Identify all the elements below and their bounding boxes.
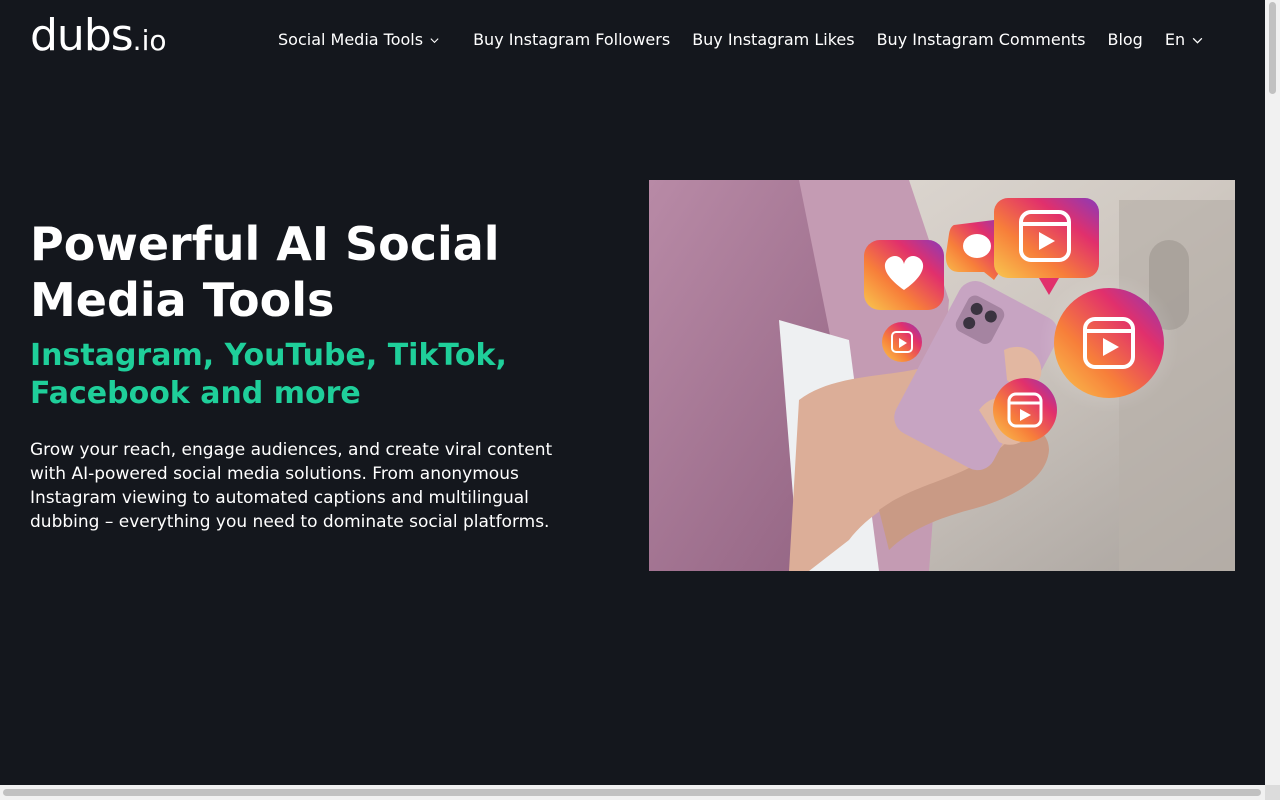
scrollbar-corner	[1265, 785, 1280, 800]
language-selector[interactable]: En	[1165, 29, 1204, 51]
page: dubs.io Social Media Tools Buy Instagram…	[0, 0, 1265, 785]
nav-buy-instagram-followers[interactable]: Buy Instagram Followers	[473, 29, 670, 51]
nav-buy-instagram-comments[interactable]: Buy Instagram Comments	[877, 29, 1086, 51]
hero-subtitle: Instagram, YouTube, TikTok, Facebook and…	[30, 338, 507, 411]
hero-title: Powerful AI Social Media Tools	[30, 217, 500, 327]
logo-sub-text: .io	[132, 24, 167, 57]
hero-illustration	[649, 180, 1235, 571]
nav-label: Buy Instagram Followers	[473, 30, 671, 49]
nav-label: Buy Instagram Comments	[876, 30, 1086, 49]
logo-main-text: dubs	[30, 10, 134, 61]
chevron-down-icon	[430, 37, 439, 43]
nav-social-media-tools[interactable]: Social Media Tools	[278, 29, 440, 51]
vertical-scrollbar[interactable]	[1265, 0, 1280, 800]
horizontal-scrollbar[interactable]	[0, 785, 1265, 800]
site-header: dubs.io Social Media Tools Buy Instagram…	[0, 0, 1265, 80]
heart-icon	[864, 240, 944, 310]
chevron-down-icon	[1192, 37, 1203, 44]
reels-icon	[882, 322, 922, 362]
nav-label: Social Media Tools	[278, 30, 424, 49]
reels-icon	[993, 378, 1057, 442]
vertical-scrollbar-thumb[interactable]	[1269, 2, 1276, 94]
nav-label: Buy Instagram Likes	[692, 30, 855, 49]
nav-label: Blog	[1107, 30, 1143, 49]
main-nav: Social Media Tools Buy Instagram Followe…	[278, 29, 1204, 51]
language-label: En	[1164, 30, 1186, 49]
site-logo[interactable]: dubs.io	[30, 14, 166, 58]
hero-image	[649, 180, 1235, 571]
reels-icon	[1039, 273, 1179, 413]
nav-buy-instagram-likes[interactable]: Buy Instagram Likes	[692, 29, 854, 51]
hero-description: Grow your reach, engage audiences, and c…	[30, 440, 553, 532]
nav-blog[interactable]: Blog	[1107, 29, 1142, 51]
horizontal-scrollbar-thumb[interactable]	[3, 789, 1261, 796]
